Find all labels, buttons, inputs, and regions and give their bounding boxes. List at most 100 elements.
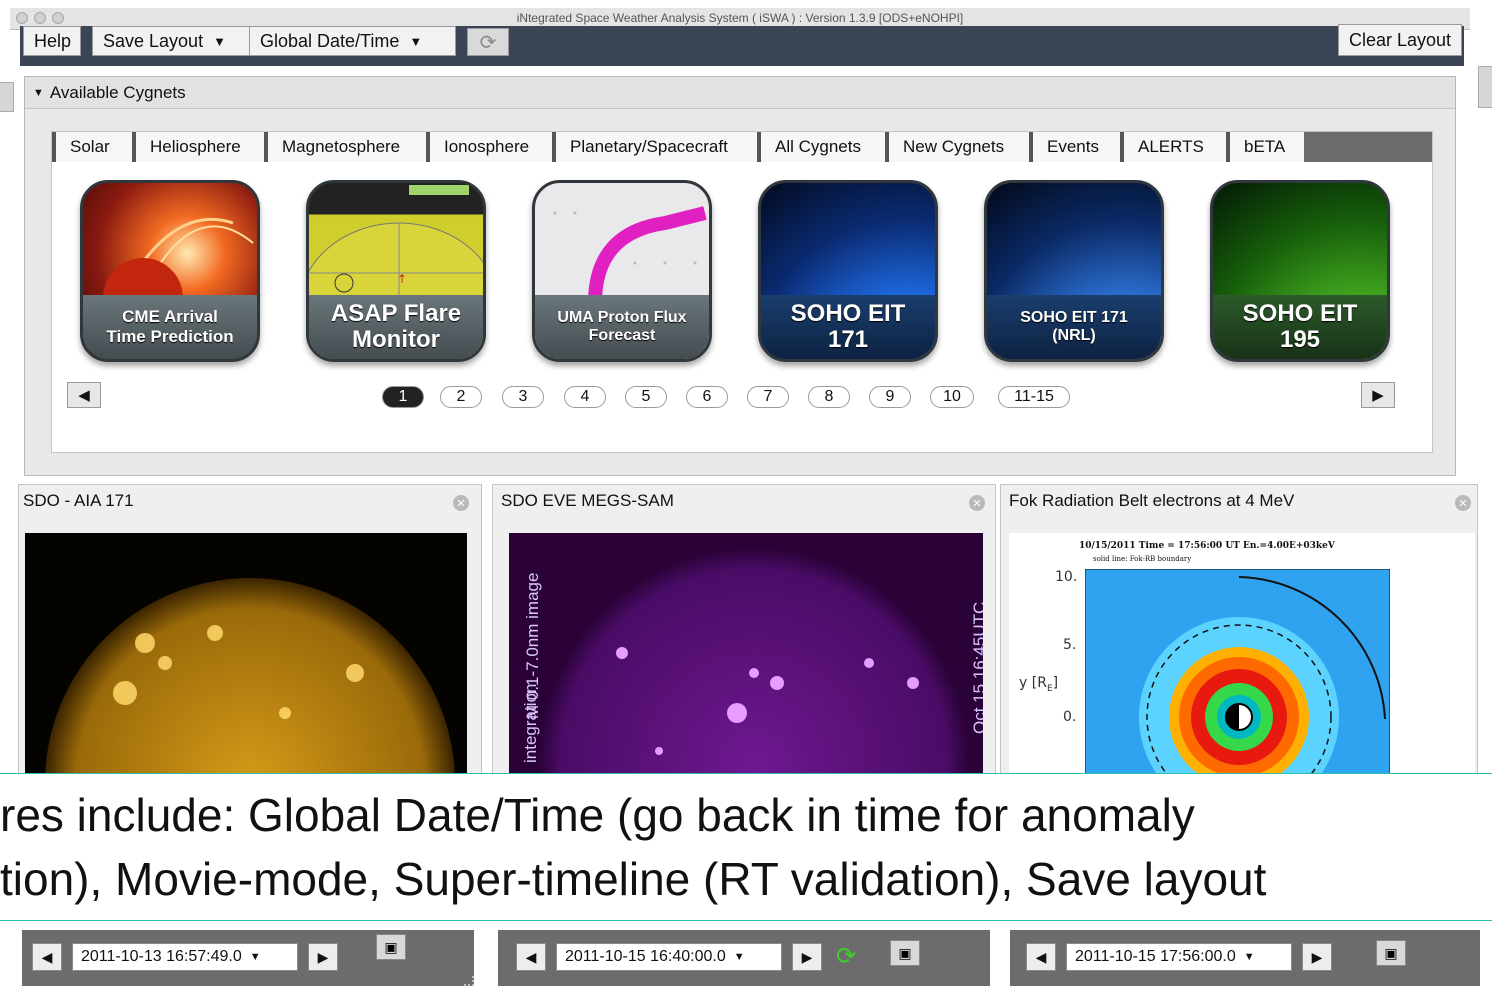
arrow-left-icon: ◀ bbox=[78, 387, 90, 404]
cygnet-tile-soho-eit-171[interactable]: SOHO EIT 171 bbox=[758, 180, 938, 362]
date-value: 2011-10-15 17:56:00.0 bbox=[1075, 948, 1236, 965]
snapshot-button[interactable]: ▣ bbox=[890, 940, 920, 966]
help-button[interactable]: Help bbox=[23, 26, 81, 56]
previous-time-button[interactable]: ◀ bbox=[1026, 943, 1056, 971]
eve-image-label-2: integration bbox=[521, 683, 540, 763]
tile-label: SOHO EIT 171 bbox=[761, 295, 935, 359]
close-pane-icon[interactable]: ✕ bbox=[1455, 495, 1471, 511]
snapshot-button[interactable]: ▣ bbox=[1376, 940, 1406, 966]
widget-pane-fok-radiation-belt: Fok Radiation Belt electrons at 4 MeV ✕ … bbox=[1000, 484, 1478, 774]
page-button-2[interactable]: 2 bbox=[440, 386, 482, 408]
chevron-down-icon: ▼ bbox=[409, 33, 423, 49]
save-layout-label: Save Layout bbox=[103, 30, 204, 51]
widget-pane-sdo-eve: SDO EVE MEGS-SAM ✕ M 0.1-7.0nm image int… bbox=[492, 484, 996, 774]
pane-title: SDO - AIA 171 bbox=[23, 491, 134, 510]
page-button-7[interactable]: 7 bbox=[747, 386, 789, 408]
tab-solar[interactable]: Solar bbox=[52, 132, 132, 162]
pane-1-time-controls: ◀ 2011-10-13 16:57:49.0 ▼ ▶ ▣ bbox=[22, 930, 474, 986]
tab-ionosphere[interactable]: Ionosphere bbox=[426, 132, 552, 162]
left-scroll-handle[interactable] bbox=[0, 82, 14, 112]
date-select[interactable]: 2011-10-15 16:40:00.0 ▼ bbox=[556, 943, 782, 971]
flare-monitor-image: ↑ bbox=[309, 185, 483, 359]
help-label: Help bbox=[34, 30, 72, 51]
tab-new-cygnets[interactable]: New Cygnets bbox=[885, 132, 1029, 162]
camera-icon: ▣ bbox=[898, 944, 912, 961]
cygnet-tile-asap-flare[interactable]: ↑ ASAP Flare Monitor bbox=[306, 180, 486, 362]
page-button-4[interactable]: 4 bbox=[564, 386, 606, 408]
resize-handle-icon[interactable] bbox=[464, 976, 474, 986]
cygnets-header[interactable]: ▼ Available Cygnets bbox=[25, 77, 1455, 109]
sdo-eve-image: M 0.1-7.0nm image integration Oct 15 16:… bbox=[509, 533, 983, 773]
cygnet-tile-uma-proton-flux[interactable]: UMA Proton Flux Forecast bbox=[532, 180, 712, 362]
sdo-aia-image bbox=[25, 533, 467, 773]
page-button-8[interactable]: 8 bbox=[808, 386, 850, 408]
date-select[interactable]: 2011-10-13 16:57:49.0 ▼ bbox=[72, 943, 298, 971]
pane-3-time-controls: ◀ 2011-10-15 17:56:00.0 ▼ ▶ ▣ bbox=[1010, 930, 1480, 986]
page-button-5[interactable]: 5 bbox=[625, 386, 667, 408]
next-time-button[interactable]: ▶ bbox=[308, 943, 338, 971]
date-value: 2011-10-13 16:57:49.0 bbox=[81, 948, 242, 965]
eve-image-timestamp: Oct 15 16:45UTC bbox=[970, 601, 983, 734]
page-button-11-15[interactable]: 11-15 bbox=[998, 386, 1070, 408]
arrow-left-icon: ◀ bbox=[41, 948, 53, 965]
cygnets-browser: Solar Heliosphere Magnetosphere Ionosphe… bbox=[51, 131, 1433, 453]
previous-time-button[interactable]: ◀ bbox=[516, 943, 546, 971]
chevron-down-icon: ▼ bbox=[733, 951, 745, 963]
clear-layout-button[interactable]: Clear Layout bbox=[1338, 24, 1462, 56]
tab-alerts[interactable]: ALERTS bbox=[1120, 132, 1226, 162]
date-select[interactable]: 2011-10-15 17:56:00.0 ▼ bbox=[1066, 943, 1292, 971]
main-toolbar: Help Save Layout ▼ Global Date/Time ▼ ⟳ Cl… bbox=[20, 24, 1464, 66]
tab-planetary-spacecraft[interactable]: Planetary/Spacecraft bbox=[552, 132, 757, 162]
previous-page-button[interactable]: ◀ bbox=[67, 382, 101, 408]
tile-label: CME Arrival Time Prediction bbox=[83, 295, 257, 359]
arrow-right-icon: ▶ bbox=[1311, 948, 1323, 965]
plot-header: 10/15/2011 Time = 17:56:00 UT En.=4.00E+… bbox=[1079, 541, 1335, 551]
page-button-10[interactable]: 10 bbox=[930, 386, 974, 408]
next-time-button[interactable]: ▶ bbox=[792, 943, 822, 971]
page-button-9[interactable]: 9 bbox=[869, 386, 911, 408]
page-button-1[interactable]: 1 bbox=[382, 386, 424, 408]
cygnet-tile-soho-eit-171-nrl[interactable]: SOHO EIT 171 (NRL) bbox=[984, 180, 1164, 362]
tab-events[interactable]: Events bbox=[1029, 132, 1120, 162]
cme-image bbox=[103, 217, 254, 338]
tab-all-cygnets[interactable]: All Cygnets bbox=[757, 132, 885, 162]
arrow-right-icon: ▶ bbox=[801, 948, 813, 965]
previous-time-button[interactable]: ◀ bbox=[32, 943, 62, 971]
save-layout-button[interactable]: Save Layout ▼ bbox=[92, 26, 258, 56]
y-tick-0: 0. bbox=[1063, 709, 1077, 725]
tile-label: ASAP Flare Monitor bbox=[309, 295, 483, 359]
refresh-icon[interactable]: ⟳ bbox=[836, 942, 856, 971]
global-datetime-label: Global Date/Time bbox=[260, 30, 400, 51]
cygnet-tile-cme-arrival[interactable]: CME Arrival Time Prediction bbox=[80, 180, 260, 362]
refresh-button[interactable]: ⟳ bbox=[467, 28, 509, 56]
camera-icon: ▣ bbox=[384, 938, 398, 955]
clear-layout-label: Clear Layout bbox=[1349, 29, 1452, 50]
caption-line-1: res include: Global Date/Time (go back i… bbox=[0, 789, 1195, 841]
cygnet-tabbar: Solar Heliosphere Magnetosphere Ionosphe… bbox=[52, 132, 1432, 162]
disclosure-triangle-icon[interactable]: ▼ bbox=[33, 87, 44, 99]
pane-2-time-controls: ◀ 2011-10-15 16:40:00.0 ▼ ▶ ⟳ ▣ bbox=[498, 930, 990, 986]
global-datetime-button[interactable]: Global Date/Time ▼ bbox=[249, 26, 456, 56]
tile-label: UMA Proton Flux Forecast bbox=[535, 295, 709, 359]
fok-plot-area bbox=[1085, 569, 1395, 773]
page-button-6[interactable]: 6 bbox=[686, 386, 728, 408]
plot-subtitle: solid line: Fok-RB boundary bbox=[1093, 555, 1192, 563]
page-button-3[interactable]: 3 bbox=[502, 386, 544, 408]
close-pane-icon[interactable]: ✕ bbox=[969, 495, 985, 511]
next-time-button[interactable]: ▶ bbox=[1302, 943, 1332, 971]
tile-label: SOHO EIT 171 (NRL) bbox=[987, 295, 1161, 359]
tab-beta[interactable]: bETA bbox=[1226, 132, 1304, 162]
cygnets-header-label: Available Cygnets bbox=[49, 82, 186, 102]
close-pane-icon[interactable]: ✕ bbox=[453, 495, 469, 511]
tab-magnetosphere[interactable]: Magnetosphere bbox=[264, 132, 426, 162]
chevron-down-icon: ▼ bbox=[213, 33, 226, 49]
snapshot-button[interactable]: ▣ bbox=[376, 934, 406, 960]
cygnet-tile-soho-eit-195[interactable]: SOHO EIT 195 bbox=[1210, 180, 1390, 362]
right-scroll-handle[interactable] bbox=[1478, 66, 1492, 108]
tab-heliosphere[interactable]: Heliosphere bbox=[132, 132, 264, 162]
available-cygnets-panel: ▼ Available Cygnets Solar Heliosphere Ma… bbox=[24, 76, 1456, 476]
widget-pane-sdo-aia: SDO - AIA 171 ✕ bbox=[18, 484, 482, 774]
arrow-right-icon: ▶ bbox=[1372, 387, 1384, 404]
y-tick-10: 10. bbox=[1055, 569, 1078, 585]
next-page-button[interactable]: ▶ bbox=[1361, 382, 1395, 408]
